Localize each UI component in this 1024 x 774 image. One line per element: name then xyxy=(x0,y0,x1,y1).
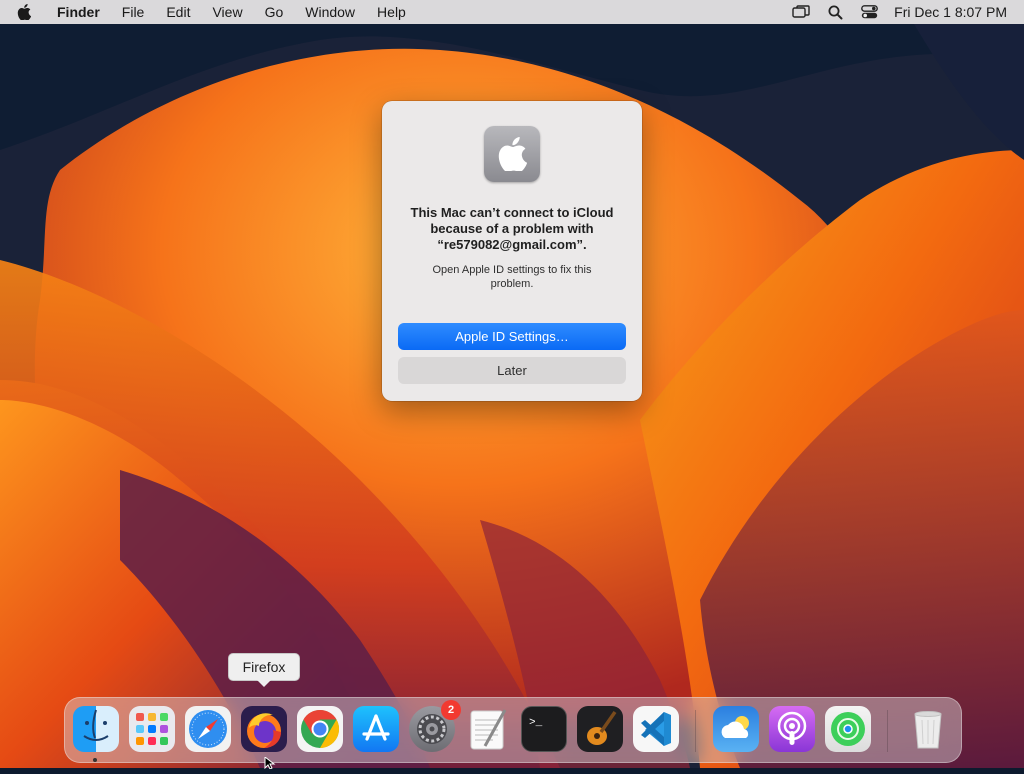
control-center-icon[interactable] xyxy=(858,0,880,24)
terminal-icon: >_ xyxy=(521,706,567,752)
spotlight-search-icon[interactable] xyxy=(824,0,846,24)
dock-item-launchpad[interactable] xyxy=(129,706,175,752)
system-settings-apple-icon xyxy=(484,126,540,182)
menu-window[interactable]: Window xyxy=(294,0,366,24)
podcasts-icon xyxy=(769,706,815,752)
mouse-cursor-icon xyxy=(264,755,276,774)
menu-go[interactable]: Go xyxy=(254,0,295,24)
garageband-icon xyxy=(577,706,623,752)
dock-item-system-settings[interactable]: 2 xyxy=(409,700,461,752)
dock-item-weather[interactable] xyxy=(713,706,759,752)
firefox-icon xyxy=(241,706,287,752)
dock-item-safari[interactable] xyxy=(185,706,231,752)
dock-tooltip: Firefox xyxy=(228,653,300,687)
textedit-icon xyxy=(465,706,511,752)
icloud-alert-dialog: This Mac can’t connect to iCloud because… xyxy=(382,101,642,401)
dock-separator xyxy=(887,710,888,752)
dock-item-trash[interactable] xyxy=(905,706,951,752)
later-button[interactable]: Later xyxy=(398,357,626,384)
find-my-icon xyxy=(825,706,871,752)
dock-item-firefox[interactable] xyxy=(241,706,287,752)
dock-item-vscode[interactable] xyxy=(633,706,679,752)
dock-item-finder[interactable] xyxy=(73,706,119,762)
chrome-icon xyxy=(297,706,343,752)
dock-item-chrome[interactable] xyxy=(297,706,343,752)
menu-edit[interactable]: Edit xyxy=(155,0,201,24)
screen-mirroring-icon[interactable] xyxy=(790,0,812,24)
safari-icon xyxy=(185,706,231,752)
apple-id-settings-button[interactable]: Apple ID Settings… xyxy=(398,323,626,350)
dock-item-terminal[interactable]: >_ xyxy=(521,706,567,752)
dialog-message: Open Apple ID settings to fix this probl… xyxy=(432,264,592,290)
dock-item-find-my[interactable] xyxy=(825,706,871,752)
menu-bar: Finder File Edit View Go Window Help Fri… xyxy=(0,0,1024,24)
finder-icon xyxy=(73,706,119,752)
trash-icon xyxy=(905,706,951,752)
menu-help[interactable]: Help xyxy=(366,0,417,24)
vscode-icon xyxy=(633,706,679,752)
dock-item-app-store[interactable] xyxy=(353,706,399,752)
apple-menu-icon[interactable] xyxy=(12,0,36,24)
menu-view[interactable]: View xyxy=(201,0,253,24)
dock-item-podcasts[interactable] xyxy=(769,706,815,752)
notification-badge: 2 xyxy=(441,700,461,720)
menu-file[interactable]: File xyxy=(111,0,156,24)
svg-text:>_: >_ xyxy=(529,717,543,729)
dock-separator xyxy=(695,710,696,752)
app-store-icon xyxy=(353,706,399,752)
dock-item-garageband[interactable] xyxy=(577,706,623,752)
launchpad-icon xyxy=(129,706,175,752)
dock-item-textedit[interactable] xyxy=(465,706,511,752)
running-indicator xyxy=(93,758,97,762)
dialog-title: This Mac can’t connect to iCloud because… xyxy=(410,205,614,252)
dock: 2 >_ xyxy=(64,697,962,763)
menu-clock[interactable]: Fri Dec 1 8:07 PM xyxy=(894,4,1007,20)
weather-icon xyxy=(713,706,759,752)
menu-app-name[interactable]: Finder xyxy=(46,0,111,24)
